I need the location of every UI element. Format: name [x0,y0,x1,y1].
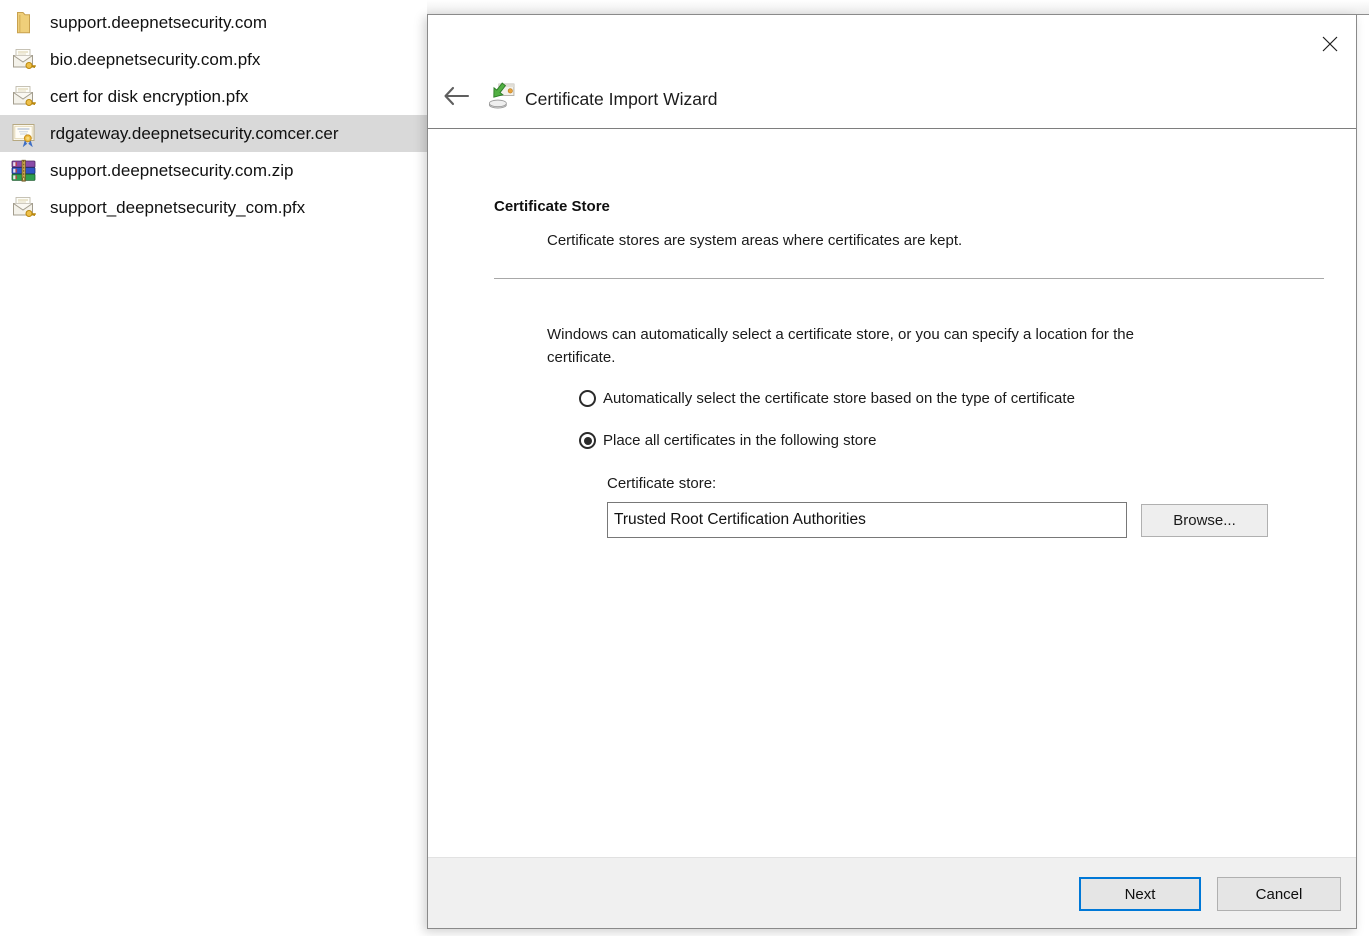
certificate-store-label: Certificate store: [607,475,716,492]
close-button[interactable] [1313,28,1347,60]
file-list-item[interactable]: support.deepnetsecurity.com [0,4,428,41]
back-arrow-icon [442,85,470,107]
browse-button[interactable]: Browse... [1141,504,1268,537]
file-name: cert for disk encryption.pfx [50,87,248,107]
file-name: support.deepnetsecurity.com.zip [50,161,293,181]
file-name: support_deepnetsecurity_com.pfx [50,198,305,218]
file-list-item[interactable]: support.deepnetsecurity.com.zip [0,152,428,189]
intro-text: Windows can automatically select a certi… [547,323,1192,369]
close-icon [1319,33,1341,55]
certificate-store-input[interactable] [607,502,1127,538]
certificate-import-wizard-dialog: Certificate Import Wizard Certificate St… [427,14,1357,929]
pfx-certificate-icon [10,46,37,73]
certificate-icon [10,120,37,147]
dialog-footer: Next Cancel [428,857,1356,928]
file-list-item[interactable]: support_deepnetsecurity_com.pfx [0,189,428,226]
next-button[interactable]: Next [1079,877,1201,911]
back-button[interactable] [440,83,472,109]
file-list: support.deepnetsecurity.com [0,4,428,226]
file-list-item[interactable]: rdgateway.deepnetsecurity.comcer.cer [0,115,428,152]
header-divider [428,128,1356,129]
cancel-button[interactable]: Cancel [1217,877,1341,911]
radio-button-icon [579,432,596,449]
radio-button-icon [579,390,596,407]
pfx-certificate-icon [10,194,37,221]
intro-line-1: Windows can automatically select a certi… [547,326,1109,343]
pfx-certificate-icon [10,83,37,110]
page-subheading: Certificate stores are system areas wher… [547,232,962,249]
winrar-archive-icon [10,157,37,184]
radio-place-all-certificates[interactable]: Place all certificates in the following … [579,432,876,449]
file-name: rdgateway.deepnetsecurity.comcer.cer [50,124,339,144]
page-heading: Certificate Store [494,198,610,215]
pfx-certificate-icon [10,46,37,73]
folder-icon [10,9,37,36]
certificate-import-wizard-icon [488,82,516,110]
file-list-item[interactable]: bio.deepnetsecurity.com.pfx [0,41,428,78]
folder-icon [10,9,37,36]
file-name: support.deepnetsecurity.com [50,13,267,33]
section-divider [494,278,1324,279]
file-list-item[interactable]: cert for disk encryption.pfx [0,78,428,115]
dialog-title: Certificate Import Wizard [525,87,718,111]
certificate-icon [10,120,37,147]
background-window-edge [427,0,1369,15]
radio-automatically-select-store[interactable]: Automatically select the certificate sto… [579,390,1075,407]
pfx-certificate-icon [10,194,37,221]
winrar-archive-icon [10,157,37,184]
file-name: bio.deepnetsecurity.com.pfx [50,50,260,70]
pfx-certificate-icon [10,83,37,110]
